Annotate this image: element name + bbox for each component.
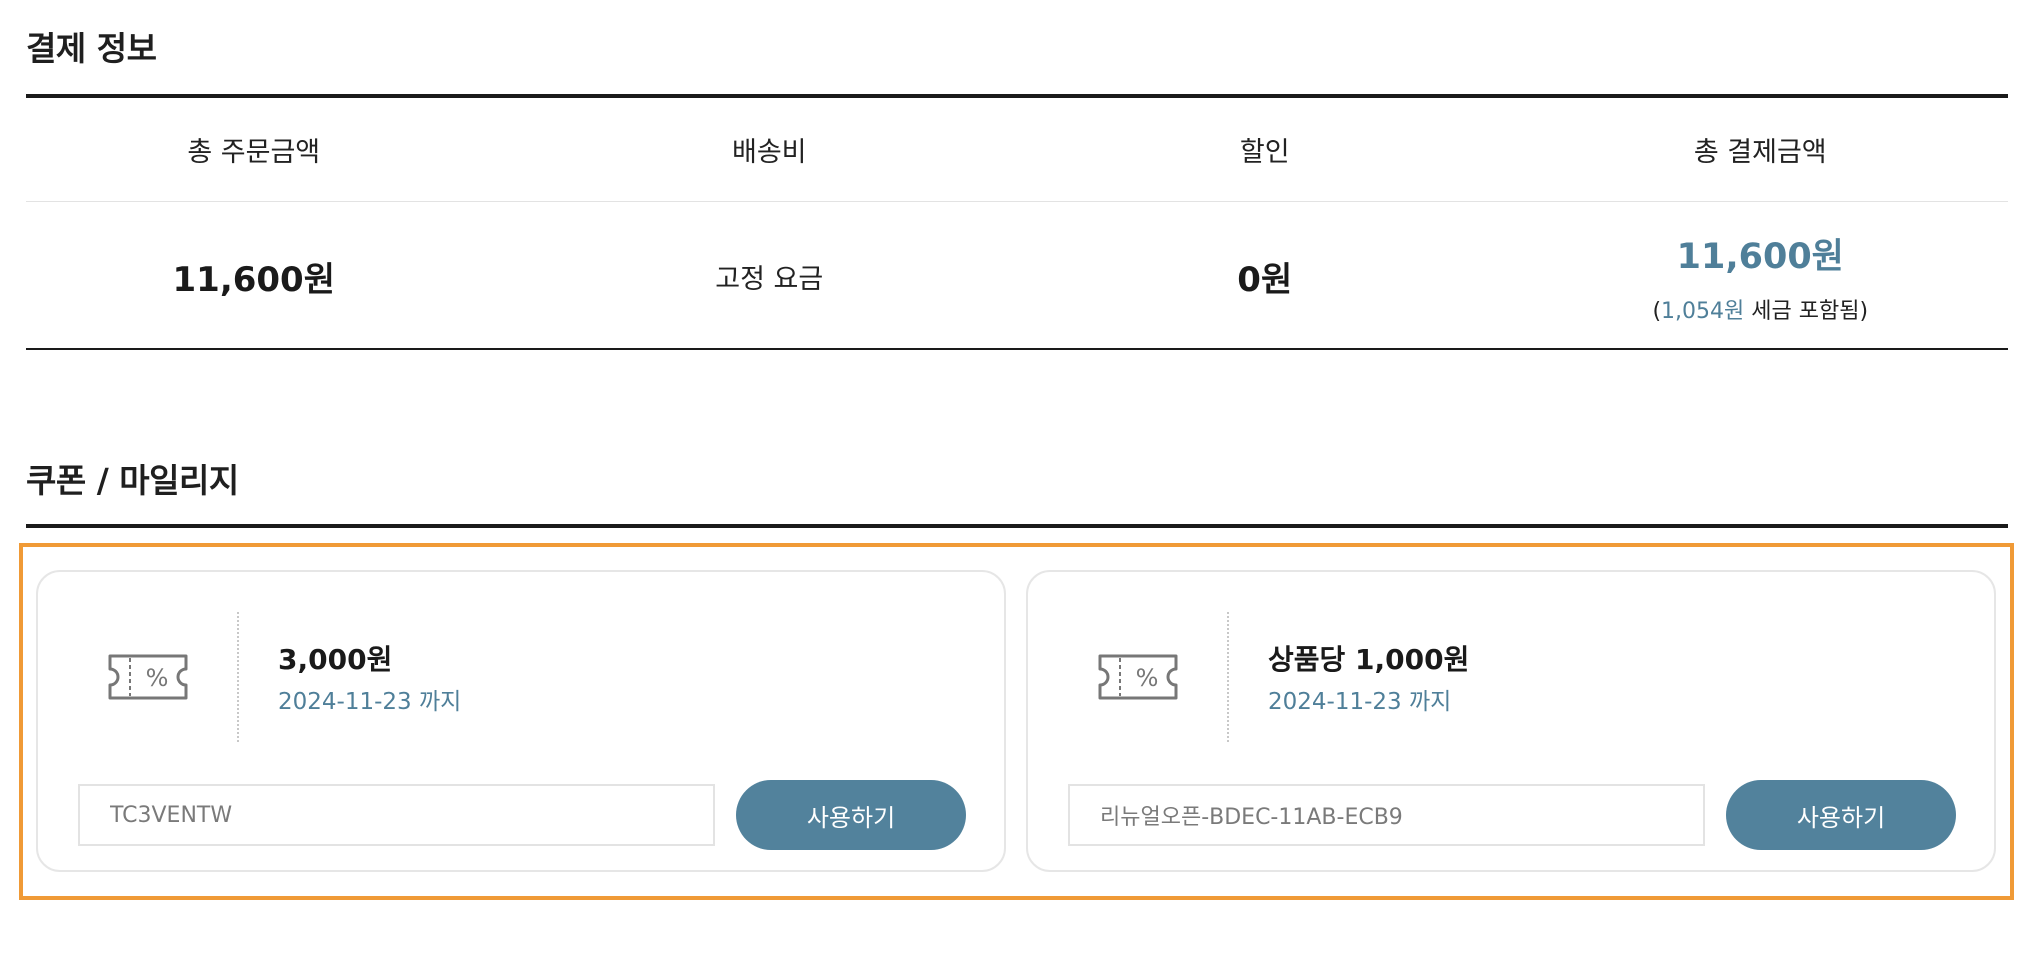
grand-total-cell: 11,600원 (1,054원 세금 포함됨)	[1513, 228, 2009, 325]
coupon-section-title: 쿠폰 / 마일리지	[26, 461, 239, 500]
coupon-amount: 상품당 1,000원	[1268, 643, 1470, 676]
coupon-amount: 3,000원	[278, 643, 393, 676]
svg-text:%: %	[146, 664, 169, 692]
shipping-cell: 고정 요금	[522, 257, 1018, 296]
coupon-ticket-icon: %	[1098, 654, 1178, 700]
header-grand-total: 총 결제금액	[1693, 137, 1827, 168]
coupon-code-field[interactable]	[1068, 784, 1705, 846]
coupon-expiry: 2024-11-23 까지	[278, 689, 462, 715]
tax-suffix: 세금 포함됨)	[1744, 298, 1869, 324]
use-coupon-button[interactable]: 사용하기	[1726, 780, 1956, 850]
summary-value-row: 11,600원 고정 요금 0원 11,600원 (1,054원 세금 포함됨)	[26, 202, 2008, 350]
card-divider	[237, 612, 239, 742]
coupon-expiry: 2024-11-23 까지	[1268, 689, 1452, 715]
header-shipping: 배송비	[731, 137, 807, 168]
payment-summary-table: 총 주문금액 배송비 할인 총 결제금액 11,600원 고정 요금 0원 11…	[26, 94, 2008, 350]
card-divider	[1227, 612, 1229, 742]
coupon-divider	[26, 524, 2008, 528]
use-coupon-button[interactable]: 사용하기	[736, 780, 966, 850]
order-total-cell: 11,600원	[26, 252, 522, 301]
tax-amount: 1,054원	[1661, 298, 1745, 324]
coupon-card: % 3,000원 2024-11-23 까지 사용하기	[36, 570, 1006, 872]
tax-open-paren: (	[1652, 298, 1662, 324]
grand-total-value: 11,600원	[1676, 236, 1844, 277]
header-discount: 할인	[1239, 137, 1290, 168]
tax-included-note: (1,054원 세금 포함됨)	[1513, 293, 2009, 325]
discount-value: 0원	[1237, 259, 1293, 300]
coupon-card: % 상품당 1,000원 2024-11-23 까지 사용하기	[1026, 570, 1996, 872]
header-order-total: 총 주문금액	[187, 137, 321, 168]
discount-cell: 0원	[1017, 252, 1513, 301]
coupon-code-field[interactable]	[78, 784, 715, 846]
order-total-value: 11,600원	[172, 259, 335, 300]
coupon-ticket-icon: %	[108, 654, 188, 700]
shipping-value: 고정 요금	[715, 263, 824, 295]
svg-text:%: %	[1136, 664, 1159, 692]
payment-info-title: 결제 정보	[26, 29, 157, 68]
summary-header-row: 총 주문금액 배송비 할인 총 결제금액	[26, 98, 2008, 202]
